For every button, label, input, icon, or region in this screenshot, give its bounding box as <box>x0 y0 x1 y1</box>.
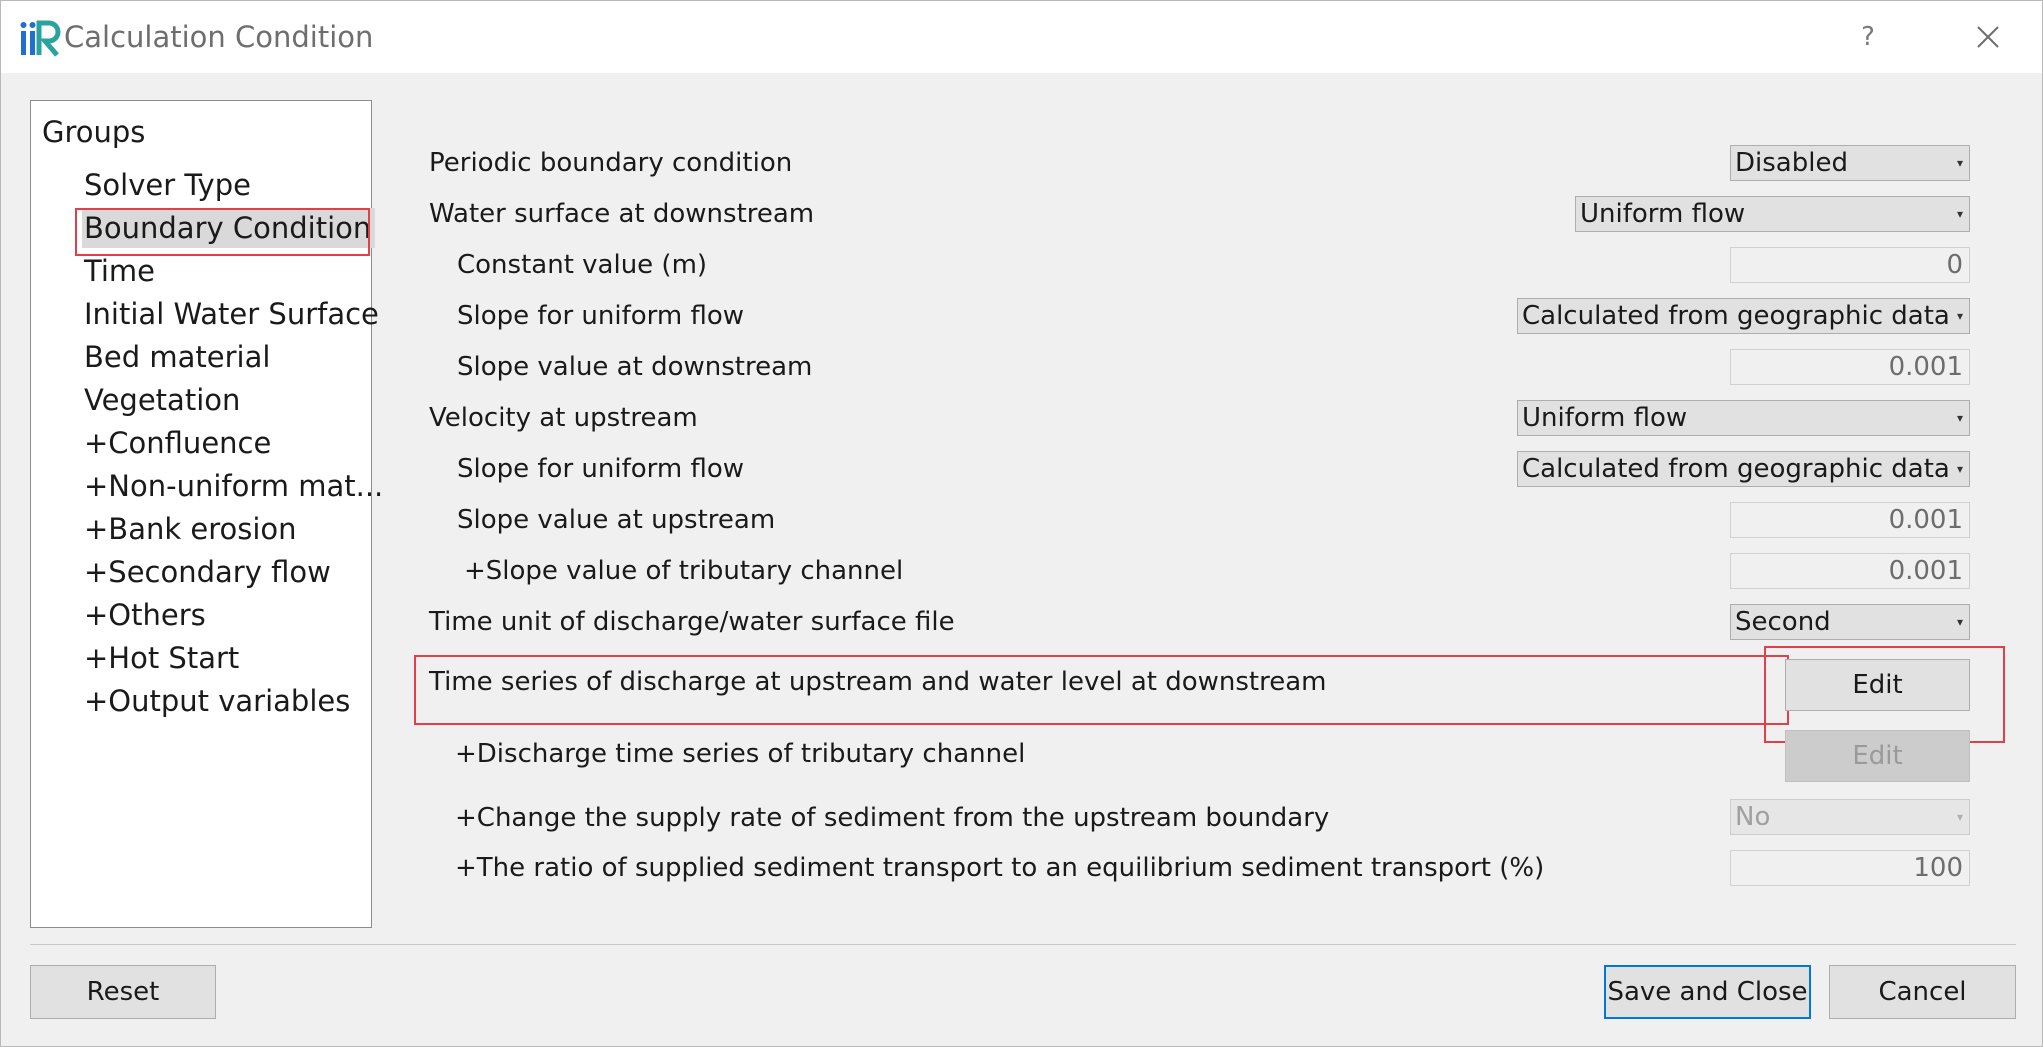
group-vegetation[interactable]: Vegetation <box>84 380 242 420</box>
save-and-close-button[interactable]: Save and Close <box>1604 965 1811 1019</box>
supply-rate-select[interactable]: No ▾ <box>1730 799 1970 835</box>
ws-downstream-select[interactable]: Uniform flow ▾ <box>1575 196 1970 232</box>
chevron-down-icon: ▾ <box>1956 156 1963 170</box>
velocity-upstream-value: Uniform flow <box>1522 403 1688 433</box>
slope-uniform-us-value: Calculated from geographic data <box>1522 454 1950 484</box>
constant-value-label: Constant value (m) <box>457 250 708 280</box>
reset-button[interactable]: Reset <box>30 965 216 1019</box>
velocity-upstream-select[interactable]: Uniform flow ▾ <box>1517 400 1970 436</box>
title-bar: Calculation Condition ? <box>1 1 2042 73</box>
footer-separator <box>30 944 2016 945</box>
group-secondary-flow[interactable]: +Secondary flow <box>84 552 333 592</box>
slope-value-us-field[interactable]: 0.001 <box>1730 502 1970 538</box>
chevron-down-icon: ▾ <box>1956 207 1963 221</box>
chevron-down-icon: ▾ <box>1956 615 1963 629</box>
group-bank-erosion[interactable]: +Bank erosion <box>84 509 299 549</box>
group-hot-start[interactable]: +Hot Start <box>84 638 241 678</box>
group-output-variables[interactable]: +Output variables <box>84 681 352 721</box>
supply-rate-value: No <box>1735 802 1771 832</box>
group-boundary-condition[interactable]: Boundary Condition <box>82 208 376 248</box>
slope-value-ds-field[interactable]: 0.001 <box>1730 349 1970 385</box>
supply-ratio-field[interactable]: 100 <box>1730 850 1970 886</box>
time-unit-value: Second <box>1735 607 1831 637</box>
iric-logo-icon <box>20 20 61 57</box>
slope-uniform-us-select[interactable]: Calculated from geographic data ▾ <box>1517 451 1970 487</box>
chevron-down-icon: ▾ <box>1956 411 1963 425</box>
supply-ratio-label: +The ratio of supplied sediment transpor… <box>455 853 1545 883</box>
chevron-down-icon: ▾ <box>1956 810 1963 824</box>
group-time[interactable]: Time <box>84 251 157 291</box>
ws-downstream-value: Uniform flow <box>1580 199 1746 229</box>
periodic-boundary-label: Periodic boundary condition <box>429 148 793 178</box>
periodic-boundary-select[interactable]: Disabled ▾ <box>1730 145 1970 181</box>
time-unit-label: Time unit of discharge/water surface fil… <box>429 607 955 637</box>
group-confluence[interactable]: +Confluence <box>84 423 273 463</box>
slope-value-ds-label: Slope value at downstream <box>457 352 813 382</box>
time-series-label: Time series of discharge at upstream and… <box>429 667 1327 697</box>
group-non-uniform-material[interactable]: +Non-uniform mat... <box>84 466 385 506</box>
window-title: Calculation Condition <box>64 20 374 54</box>
slope-tributary-label: +Slope value of tributary channel <box>464 556 904 586</box>
velocity-upstream-label: Velocity at upstream <box>429 403 698 433</box>
groups-root[interactable]: Groups <box>42 112 145 152</box>
group-others[interactable]: +Others <box>84 595 208 635</box>
group-initial-water-surface[interactable]: Initial Water Surface <box>84 294 381 334</box>
calculation-condition-dialog: Calculation Condition ? Groups Solver Ty… <box>0 0 2043 1047</box>
slope-value-us-label: Slope value at upstream <box>457 505 776 535</box>
group-solver-type[interactable]: Solver Type <box>84 165 253 205</box>
time-unit-select[interactable]: Second ▾ <box>1730 604 1970 640</box>
time-series-edit-button[interactable]: Edit <box>1785 659 1970 711</box>
ws-downstream-label: Water surface at downstream <box>429 199 815 229</box>
groups-tree[interactable]: Groups Solver Type Boundary Condition Ti… <box>30 100 383 928</box>
help-button[interactable]: ? <box>1853 15 1883 59</box>
close-icon[interactable] <box>1964 13 2012 61</box>
constant-value-field[interactable]: 0 <box>1730 247 1970 283</box>
periodic-boundary-value: Disabled <box>1735 148 1848 178</box>
slope-uniform-ds-label: Slope for uniform flow <box>457 301 745 331</box>
tributary-series-edit-button[interactable]: Edit <box>1785 730 1970 782</box>
tributary-series-label: +Discharge time series of tributary chan… <box>455 739 1026 769</box>
chevron-down-icon: ▾ <box>1956 309 1963 323</box>
group-bed-material[interactable]: Bed material <box>84 337 272 377</box>
slope-uniform-ds-select[interactable]: Calculated from geographic data ▾ <box>1517 298 1970 334</box>
slope-tributary-field[interactable]: 0.001 <box>1730 553 1970 589</box>
chevron-down-icon: ▾ <box>1956 462 1963 476</box>
slope-uniform-us-label: Slope for uniform flow <box>457 454 745 484</box>
cancel-button[interactable]: Cancel <box>1829 965 2016 1019</box>
slope-uniform-ds-value: Calculated from geographic data <box>1522 301 1950 331</box>
supply-rate-label: +Change the supply rate of sediment from… <box>455 803 1330 833</box>
